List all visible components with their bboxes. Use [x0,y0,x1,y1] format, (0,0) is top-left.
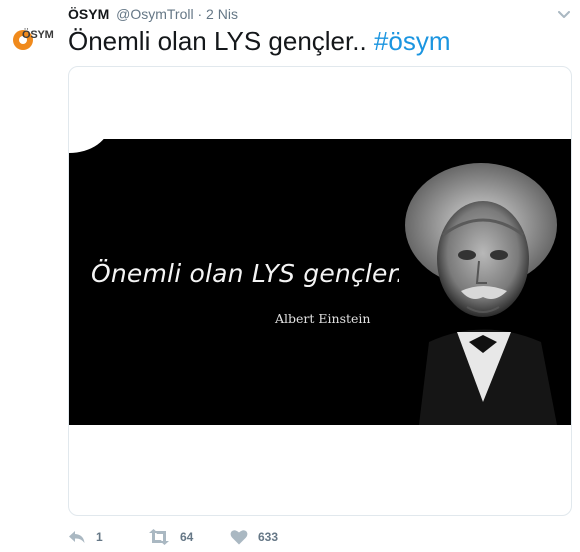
hashtag-link[interactable]: #ösym [374,26,451,56]
tweet-text: Önemli olan LYS gençler.. #ösym [68,26,451,56]
tweet-body: Önemli olan LYS gençler.. [68,26,367,56]
heart-icon [230,530,248,545]
retweet-icon [149,529,169,545]
like-button[interactable]: 633 [230,527,278,547]
image-corner-fold [69,139,109,153]
avatar[interactable]: ÖSYM [10,14,56,60]
tweet-header: ÖSYM @OsymTroll · 2 Nis [68,5,238,23]
like-count: 633 [258,530,279,544]
header-separator: · [197,6,203,22]
avatar-logo-text: ÖSYM [22,29,54,41]
retweet-button[interactable]: 64 [148,527,193,547]
reply-icon [69,531,85,543]
retweet-count: 64 [180,530,194,544]
reply-button[interactable]: 1 [68,527,103,547]
tweet-timestamp[interactable]: 2 Nis [206,6,238,22]
media-card[interactable]: Önemli olan LYS gençler.. Albert Einstei… [68,66,572,516]
einstein-portrait-icon [399,157,571,425]
reply-count: 1 [96,530,103,544]
display-name[interactable]: ÖSYM [68,6,109,22]
image-quote-text: Önemli olan LYS gençler.. [91,259,413,288]
chevron-down-icon[interactable] [558,6,570,18]
user-handle[interactable]: @OsymTroll [116,6,193,22]
quote-image[interactable]: Önemli olan LYS gençler.. Albert Einstei… [69,139,571,425]
image-attribution: Albert Einstein [275,311,371,326]
